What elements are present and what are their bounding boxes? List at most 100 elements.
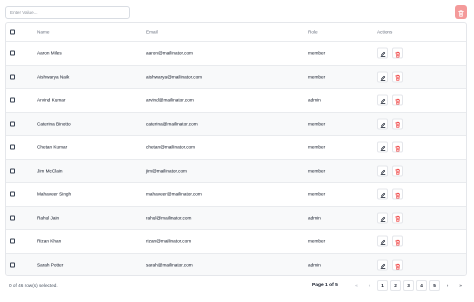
table-header-row: Name Email Role Actions [6,23,466,42]
edit-button[interactable] [377,93,388,108]
prev-page-button[interactable]: ‹ [364,280,375,291]
user-role: member [308,144,326,150]
trash-icon [394,210,401,225]
page-button-3[interactable]: 3 [403,280,414,291]
delete-button[interactable] [392,69,403,84]
delete-button[interactable] [392,163,403,178]
trash-icon [394,234,401,249]
trash-icon [394,69,401,84]
user-role: member [308,50,326,56]
edit-button[interactable] [377,118,388,130]
column-header-email[interactable]: Email [146,30,158,35]
table-row: Caterina Binotto caterina@mailinator.com m… [6,112,466,136]
row-checkbox[interactable] [10,238,15,244]
bulk-delete-button[interactable] [455,5,467,19]
edit-button[interactable] [377,163,388,178]
table-row: Aishwarya Naik aishwarya@mailinator.com me… [6,65,466,89]
selection-status: 0 of 46 row(s) selected. [9,283,58,288]
users-table: Name Email Role Actions Aaron Miles aaron… [5,22,467,276]
first-page-button[interactable]: « [351,280,362,291]
user-email: aishwarya@mailinator.com [146,74,203,80]
edit-button[interactable] [377,69,388,84]
user-email: arvind@mailinator.com [146,97,194,103]
row-checkbox[interactable] [10,121,15,127]
trash-icon [394,187,401,202]
table-row: Arvind Kumar arvind@mailinator.com admin [6,89,466,113]
edit-icon [380,187,386,202]
user-role: admin [308,262,321,268]
page-button-5[interactable]: 5 [429,280,440,291]
table-row: Sarah Potter sarah@mailinator.com admin [6,253,466,275]
column-header-actions: Actions [377,29,393,35]
user-email: aaron@mailinator.com [146,50,193,56]
edit-icon [380,258,386,273]
user-name: Rahul Jain [37,215,60,221]
table-row: Rahul Jain rahul@mailinator.com admin [6,206,466,230]
edit-button[interactable] [377,210,388,225]
row-checkbox[interactable] [10,74,15,80]
edit-button[interactable] [377,46,388,61]
row-checkbox[interactable] [10,97,15,103]
user-role: admin [308,97,321,103]
row-checkbox[interactable] [10,144,15,150]
user-name: Aishwarya Naik [37,74,70,80]
edit-button[interactable] [377,235,388,247]
select-all-checkbox[interactable] [10,29,15,35]
user-role: member [308,191,326,197]
table-row: Chetan Kumar chetan@mailinator.com member [6,136,466,160]
edit-button[interactable] [377,187,388,202]
column-header-role[interactable]: Role [308,30,318,35]
page-button-2[interactable]: 2 [390,280,401,291]
delete-button[interactable] [392,187,403,202]
trash-icon [394,163,401,178]
next-page-button[interactable]: › [442,280,453,291]
trash-icon [394,116,401,131]
column-header-name[interactable]: Name [37,30,50,35]
delete-button[interactable] [392,46,403,61]
user-name: Caterina Binotto [37,121,71,127]
search-input[interactable] [5,6,130,19]
edit-icon [380,140,386,155]
delete-button[interactable] [392,141,403,153]
page-button-1[interactable]: 1 [377,280,388,291]
user-email: jim@mailinator.com [146,168,187,174]
row-checkbox[interactable] [10,262,15,268]
page-button-4[interactable]: 4 [416,280,427,291]
user-email: caterina@mailinator.com [146,121,198,127]
delete-button[interactable] [392,234,403,249]
page-info: Page 1 of 5 [312,283,338,288]
edit-icon [380,69,386,84]
trash-icon [394,258,401,273]
delete-button[interactable] [392,210,403,225]
user-name: Arvind Kumar [37,97,66,103]
edit-icon [380,163,386,178]
user-name: Sarah Potter [37,262,64,268]
user-role: member [308,238,326,244]
user-email: rahul@mailinator.com [146,215,192,221]
edit-button[interactable] [377,140,388,155]
edit-icon [380,93,386,108]
edit-icon [380,46,386,61]
row-checkbox[interactable] [10,50,15,56]
table-row: Jim McClain jim@mailinator.com member [6,159,466,183]
table-row: Rizan Khan rizan@mailinator.com member [6,230,466,254]
user-name: Chetan Kumar [37,144,68,150]
user-name: Rizan Khan [37,238,62,244]
trash-icon [394,46,401,61]
user-name: Mahaveer Singh [37,191,72,197]
edit-icon [380,210,386,225]
user-email: rizan@mailinator.com [146,238,192,244]
edit-button[interactable] [377,258,388,273]
table-row: Mahaveer Singh mahaveer@mailinator.com mem… [6,183,466,207]
user-role: admin [308,215,321,221]
row-checkbox[interactable] [10,191,15,197]
user-name: Aaron Miles [37,50,62,56]
last-page-button[interactable]: » [455,280,466,291]
delete-button[interactable] [392,94,403,106]
delete-button[interactable] [392,116,403,131]
row-checkbox[interactable] [10,215,15,221]
delete-button[interactable] [392,258,403,273]
user-role: member [308,74,326,80]
row-checkbox[interactable] [10,168,15,174]
table-row: Aaron Miles aaron@mailinator.com member [6,42,466,66]
